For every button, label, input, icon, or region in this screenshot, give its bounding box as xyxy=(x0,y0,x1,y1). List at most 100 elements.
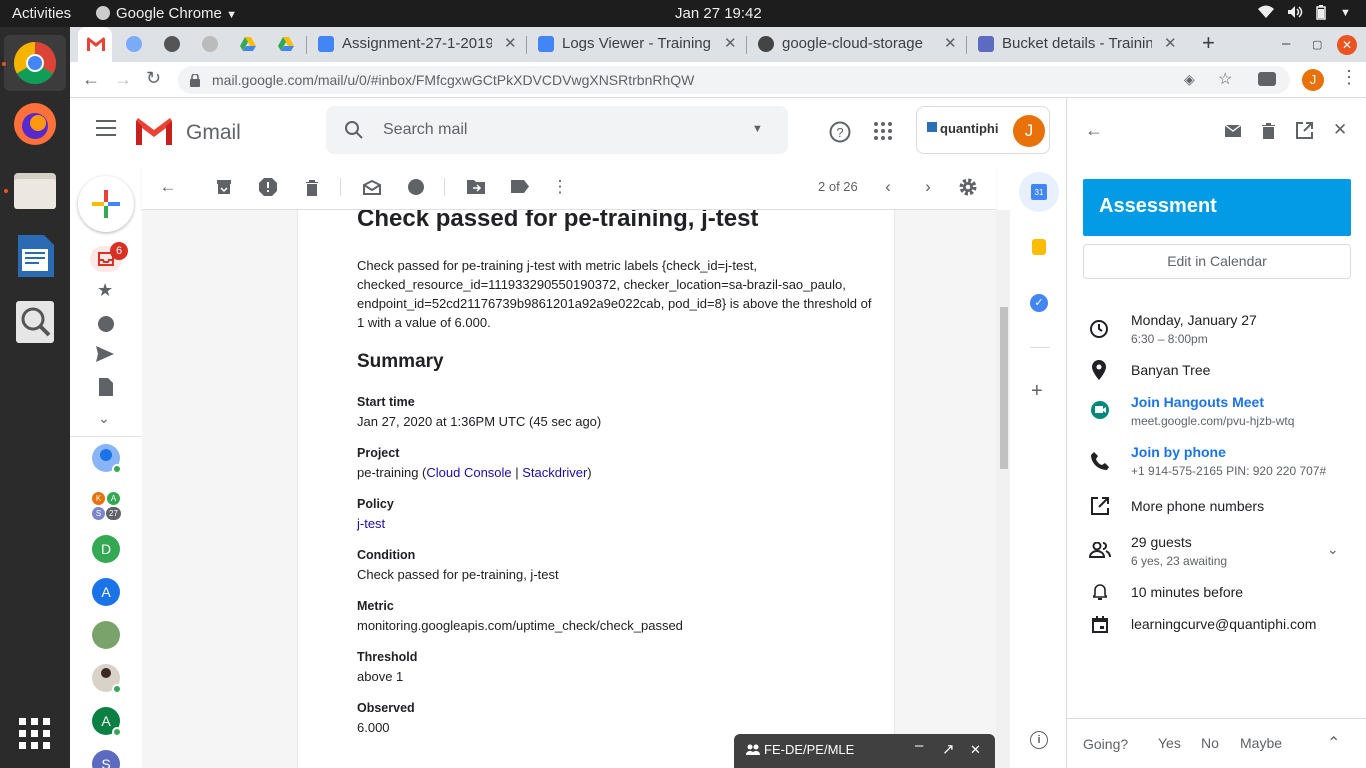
star-icon[interactable]: ☆ xyxy=(1218,69,1232,89)
system-menu-chevron-icon[interactable]: ▼ xyxy=(1340,7,1351,19)
tab-gmail[interactable] xyxy=(78,27,112,62)
account-avatar[interactable]: J xyxy=(1013,115,1045,147)
stackdriver-link[interactable]: Stackdriver xyxy=(522,465,587,480)
hangouts-contact-photo-avatar[interactable] xyxy=(92,621,120,649)
gmail-logo-icon[interactable] xyxy=(136,118,172,150)
newer-chevron-left-icon[interactable]: ‹ xyxy=(877,176,899,198)
scrollbar-thumb[interactable] xyxy=(1000,307,1008,469)
account-switcher[interactable]: quantiphi J xyxy=(916,106,1050,154)
minimize-chat-icon[interactable]: – xyxy=(915,737,923,754)
hangouts-contact-avatar[interactable]: A xyxy=(92,578,120,606)
starred-star-icon[interactable]: ★ xyxy=(97,280,113,301)
hangouts-self-avatar[interactable] xyxy=(92,444,122,474)
hangouts-contact-photo-avatar[interactable] xyxy=(92,664,122,694)
app-menu[interactable]: Google Chrome ▼ xyxy=(96,5,237,22)
more-options-vertical-icon[interactable]: ⋮ xyxy=(549,176,571,198)
chrome-profile-avatar[interactable]: J xyxy=(1302,69,1324,91)
open-in-new-icon[interactable] xyxy=(1296,122,1313,144)
archive-icon[interactable] xyxy=(213,176,235,198)
tab-drive-2[interactable] xyxy=(276,27,300,62)
tab-drive-1[interactable] xyxy=(238,27,262,62)
window-close-button[interactable]: ✕ xyxy=(1336,27,1358,62)
hangouts-contact-avatar[interactable]: D xyxy=(92,535,120,563)
report-spam-icon[interactable] xyxy=(257,176,279,198)
back-to-inbox-arrow-icon[interactable]: ← xyxy=(157,176,179,198)
pop-out-chat-icon[interactable]: ↗ xyxy=(942,740,955,758)
minimize-button[interactable]: – xyxy=(1278,27,1298,62)
forward-arrow-icon[interactable]: → xyxy=(114,69,132,90)
close-panel-icon[interactable]: ✕ xyxy=(1333,120,1347,140)
tab-close-icon[interactable]: ✕ xyxy=(1164,34,1177,52)
info-icon[interactable]: i xyxy=(1030,731,1048,749)
cloud-console-link[interactable]: Cloud Console xyxy=(426,465,511,480)
apps-grid-icon[interactable] xyxy=(874,122,892,145)
rsvp-no-button[interactable]: No xyxy=(1201,735,1219,751)
dock-firefox[interactable] xyxy=(12,101,58,147)
back-arrow-icon[interactable]: ← xyxy=(82,69,100,90)
battery-icon[interactable] xyxy=(1316,5,1326,24)
more-chevron-down-icon[interactable]: ⌄ xyxy=(98,410,110,427)
clock[interactable]: Jan 27 19:42 xyxy=(675,5,762,22)
tasks-check-icon[interactable]: ✓ xyxy=(1030,294,1048,312)
activities-button[interactable]: Activities xyxy=(12,5,71,22)
main-menu-icon[interactable] xyxy=(96,120,116,141)
new-tab-button[interactable]: + xyxy=(1198,27,1222,62)
join-by-phone-link[interactable]: Join by phone xyxy=(1131,444,1226,460)
rsvp-yes-button[interactable]: Yes xyxy=(1158,735,1181,751)
expand-guests-chevron-down-icon[interactable]: ⌄ xyxy=(1327,541,1339,558)
policy-link[interactable]: j-test xyxy=(357,516,385,531)
move-to-folder-icon[interactable] xyxy=(465,176,487,198)
snoozed-clock-icon[interactable] xyxy=(98,316,114,332)
tab-logs-viewer[interactable]: Logs Viewer - Training ✕ xyxy=(530,27,744,62)
tab-google-cloud-storage[interactable]: google-cloud-storage ✕ xyxy=(750,27,964,62)
dock-writer[interactable] xyxy=(12,233,58,279)
sent-icon[interactable] xyxy=(96,346,114,367)
edit-in-calendar-button[interactable]: Edit in Calendar xyxy=(1083,244,1351,279)
dock-files[interactable] xyxy=(4,167,58,213)
maximize-button[interactable]: ▢ xyxy=(1308,27,1328,62)
rsvp-maybe-button[interactable]: Maybe xyxy=(1240,735,1282,751)
tab-pinned-3[interactable] xyxy=(200,27,224,62)
tab-close-icon[interactable]: ✕ xyxy=(944,34,957,52)
compose-button[interactable] xyxy=(78,176,134,232)
join-hangouts-meet-link[interactable]: Join Hangouts Meet xyxy=(1131,394,1264,410)
help-icon[interactable]: ? xyxy=(829,121,851,148)
reload-icon[interactable]: ↻ xyxy=(146,68,161,89)
dock-chrome[interactable] xyxy=(2,35,66,91)
drafts-file-icon[interactable] xyxy=(99,378,113,401)
hangouts-contact-avatar[interactable]: S xyxy=(92,750,120,768)
settings-gear-icon[interactable] xyxy=(957,176,979,198)
mark-unread-mail-icon[interactable] xyxy=(361,176,383,198)
expand-rsvp-chevron-up-icon[interactable]: ⌃ xyxy=(1327,733,1340,753)
label-tag-icon[interactable] xyxy=(509,176,531,198)
more-phone-numbers-link[interactable]: More phone numbers xyxy=(1131,498,1264,514)
calendar-addon-button[interactable]: 31 xyxy=(1019,172,1059,212)
delete-trash-icon[interactable] xyxy=(301,176,323,198)
message-scrollbar[interactable] xyxy=(996,210,1010,768)
tab-bucket-details[interactable]: Bucket details - Trainin ✕ xyxy=(970,27,1184,62)
get-addons-plus-icon[interactable]: + xyxy=(1031,380,1043,403)
tab-assignment[interactable]: Assignment-27-1-2019 ✕ xyxy=(310,27,524,62)
tab-pinned-1[interactable] xyxy=(124,27,148,62)
tab-close-icon[interactable]: ✕ xyxy=(504,34,517,52)
tab-close-icon[interactable]: ✕ xyxy=(724,34,737,52)
search-bar[interactable]: Search mail ▼ xyxy=(326,106,788,154)
hangouts-contact-avatar[interactable]: A xyxy=(92,707,122,737)
address-bar[interactable]: mail.google.com/mail/u/0/#inbox/FMfcgxwG… xyxy=(178,66,1290,94)
wifi-icon[interactable] xyxy=(1258,5,1274,23)
older-chevron-right-icon[interactable]: › xyxy=(917,176,939,198)
volume-icon[interactable] xyxy=(1287,5,1303,23)
extension-icon[interactable]: ◈ xyxy=(1184,71,1195,88)
dock-show-apps[interactable] xyxy=(12,711,58,757)
panel-back-arrow-icon[interactable]: ← xyxy=(1085,120,1103,141)
email-guests-mail-icon[interactable] xyxy=(1224,124,1242,142)
hangouts-chat-popup[interactable]: FE-DE/PE/MLE – ↗ ✕ xyxy=(734,734,995,768)
hangouts-group-avatar[interactable]: K A S 27 xyxy=(92,492,122,522)
nav-inbox[interactable]: 6 xyxy=(90,242,128,272)
tab-github[interactable] xyxy=(162,27,186,62)
snooze-clock-icon[interactable] xyxy=(405,176,427,198)
cast-extension-icon[interactable] xyxy=(1258,72,1276,86)
chrome-menu-icon[interactable]: ⋮ xyxy=(1340,67,1358,88)
search-options-chevron-icon[interactable]: ▼ xyxy=(752,123,763,135)
dock-image-viewer[interactable] xyxy=(12,299,58,345)
